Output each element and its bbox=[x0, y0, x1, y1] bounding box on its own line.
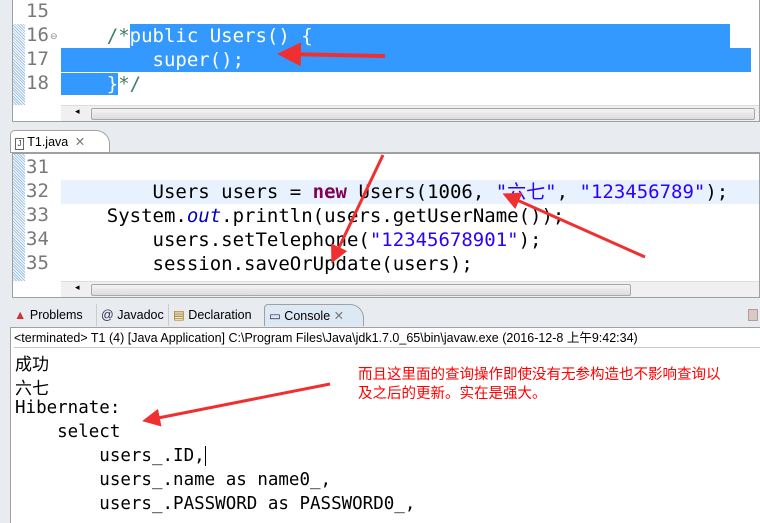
line-number: 31 bbox=[26, 156, 49, 178]
close-icon[interactable]: ✕ bbox=[334, 309, 344, 323]
line-number: 17 bbox=[26, 48, 49, 70]
code-line[interactable]: System.out.println(users.getUserName()); bbox=[61, 204, 565, 228]
editor-top[interactable]: 15 16 ⊖ 17 18 /*public Users() { super()… bbox=[12, 0, 760, 122]
line-number: 18 bbox=[26, 72, 49, 94]
view-tab-bar: ▲ Problems @ Javadoc ▤ Declaration ▭ Con… bbox=[10, 303, 760, 328]
javadoc-icon: @ bbox=[101, 308, 114, 322]
tab-t1-java[interactable]: J T1.java ✕ bbox=[10, 130, 110, 152]
selection: public Users() { bbox=[129, 24, 730, 48]
code-line-selected[interactable]: super(); bbox=[61, 48, 751, 72]
code-line[interactable]: users.setTelephone("12345678901"); bbox=[61, 228, 542, 252]
tab-console[interactable]: ▭ Console ✕ bbox=[264, 304, 364, 326]
line-number: 35 bbox=[26, 252, 49, 274]
line-number: 32 bbox=[26, 180, 49, 202]
problems-icon: ▲ bbox=[14, 308, 27, 322]
console-sql-line: users_.ID, bbox=[15, 446, 206, 466]
line-number: 33 bbox=[26, 204, 49, 226]
close-icon[interactable]: ✕ bbox=[75, 135, 85, 149]
declaration-icon: ▤ bbox=[173, 308, 185, 322]
editor-gutter bbox=[13, 24, 25, 105]
horizontal-scrollbar[interactable]: ◂ bbox=[61, 281, 759, 297]
console-output-line: 六七 bbox=[15, 379, 49, 398]
text-cursor bbox=[204, 446, 206, 466]
console-sql-line: select bbox=[15, 422, 121, 442]
console-icon: ▭ bbox=[269, 309, 281, 323]
java-file-icon: J bbox=[15, 138, 24, 150]
code-line[interactable]: Users users = new Users(1006, "六七", "123… bbox=[61, 180, 729, 204]
horizontal-scrollbar[interactable]: ◂ bbox=[61, 105, 759, 121]
editor-main[interactable]: 31 32 33 34 35 Users users = new Users(1… bbox=[12, 153, 760, 298]
line-number: 15 bbox=[26, 0, 49, 22]
minimize-button[interactable] bbox=[748, 309, 758, 321]
line-number: 34 bbox=[26, 228, 49, 250]
code-line[interactable]: }*/ bbox=[61, 72, 141, 96]
console-sql-line: Hibernate: bbox=[15, 398, 121, 418]
scroll-thumb[interactable] bbox=[91, 284, 631, 296]
editor-gutter bbox=[13, 154, 25, 281]
fold-icon[interactable]: ⊖ bbox=[50, 31, 58, 42]
annotation-text: 而且这里面的查询操作即使没有无参构造也不影响查询以 及之后的更新。实在是强大。 bbox=[358, 367, 721, 402]
console-status: <terminated> T1 (4) [Java Application] C… bbox=[14, 328, 760, 348]
console-sql-line: users_.name as name0_, bbox=[15, 470, 332, 490]
code-line[interactable]: /*public Users() { bbox=[61, 24, 730, 48]
tab-problems[interactable]: ▲ Problems bbox=[10, 304, 83, 326]
console-sql-line: users_.PASSWORD as PASSWORD0_, bbox=[15, 494, 416, 514]
tab-declaration[interactable]: ▤ Declaration bbox=[168, 304, 252, 326]
scroll-thumb[interactable] bbox=[91, 108, 755, 120]
code-line[interactable]: session.saveOrUpdate(users); bbox=[61, 252, 473, 276]
editor-tab-bar: J T1.java ✕ bbox=[10, 129, 760, 153]
console-output-line: 成功 bbox=[15, 355, 49, 374]
tab-javadoc[interactable]: @ Javadoc bbox=[96, 304, 164, 326]
